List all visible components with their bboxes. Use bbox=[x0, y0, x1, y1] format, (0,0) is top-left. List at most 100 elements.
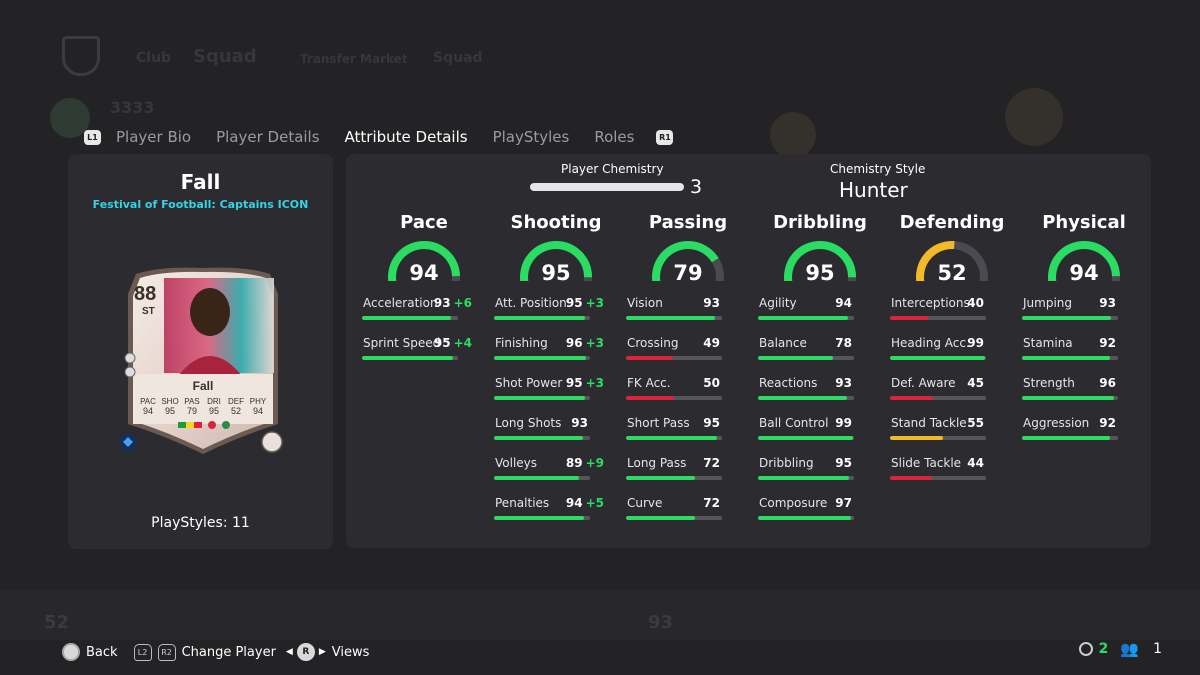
circle-button-icon[interactable] bbox=[62, 643, 80, 661]
stat-row[interactable]: Long Shots 93 bbox=[494, 416, 618, 456]
stat-bar-fill bbox=[362, 356, 454, 360]
stat-row[interactable]: Sprint Speed 95 +4 bbox=[362, 336, 486, 376]
stat-value-group: 95 bbox=[703, 416, 720, 430]
stat-value-group: 93 bbox=[835, 376, 852, 390]
card-stat-value: 79 bbox=[187, 406, 197, 416]
stat-bar bbox=[494, 476, 590, 480]
stat-name: Short Pass bbox=[627, 416, 690, 430]
stat-row[interactable]: Slide Tackle 44 bbox=[890, 456, 1014, 496]
stat-bar-fill bbox=[626, 476, 696, 480]
stat-value-group: 95 +3 bbox=[566, 376, 604, 390]
l1-button[interactable]: L1 bbox=[84, 129, 101, 145]
stat-name: Acceleration bbox=[363, 296, 438, 310]
stat-row[interactable]: Short Pass 95 bbox=[626, 416, 750, 456]
stat-value-group: 93 bbox=[703, 296, 720, 310]
stat-value: 92 bbox=[1099, 416, 1116, 430]
tab-roles[interactable]: Roles bbox=[594, 128, 634, 146]
stat-row[interactable]: Volleys 89 +9 bbox=[494, 456, 618, 496]
stat-list-defending: Interceptions 40 Heading Acc. 99 Def. Aware 4… bbox=[890, 296, 1014, 496]
stat-bar bbox=[758, 476, 854, 480]
stat-bar-fill bbox=[890, 476, 933, 480]
stat-row[interactable]: Crossing 49 bbox=[626, 336, 750, 376]
chemistry-style-name[interactable]: Hunter bbox=[839, 178, 908, 202]
stat-row[interactable]: Def. Aware 45 bbox=[890, 376, 1014, 416]
player-card[interactable]: 88 ST Fall PAC SHO PAS DRI DEF PHY 94 95… bbox=[120, 266, 286, 456]
stat-value: 95 bbox=[433, 336, 451, 350]
stat-row[interactable]: Finishing 96 +3 bbox=[494, 336, 618, 376]
stat-bar-fill bbox=[758, 436, 854, 440]
stat-value-group: 99 bbox=[835, 416, 852, 430]
stat-value-group: 72 bbox=[703, 496, 720, 510]
stat-bar-fill bbox=[890, 396, 934, 400]
tab-playstyles[interactable]: PlayStyles bbox=[493, 128, 570, 146]
stat-name: Composure bbox=[759, 496, 828, 510]
category-value: 79 bbox=[673, 261, 702, 281]
back-label[interactable]: Back bbox=[86, 645, 118, 660]
card-stat-label: DEF bbox=[228, 397, 244, 406]
stat-row[interactable]: Att. Position 95 +3 bbox=[494, 296, 618, 336]
tab-player-details[interactable]: Player Details bbox=[216, 128, 319, 146]
stat-name: Aggression bbox=[1023, 416, 1090, 430]
stat-bar bbox=[758, 356, 854, 360]
bg-player-avatar-2 bbox=[1005, 88, 1063, 146]
l2-trigger-icon[interactable]: L2 bbox=[133, 643, 152, 661]
change-player-label[interactable]: Change Player bbox=[182, 645, 276, 660]
stat-row[interactable]: Shot Power 95 +3 bbox=[494, 376, 618, 416]
stat-bar-fill bbox=[626, 356, 674, 360]
stat-row[interactable]: Stand Tackle 55 bbox=[890, 416, 1014, 456]
category-gauge: 95 bbox=[520, 241, 592, 281]
stat-row[interactable]: Aggression 92 bbox=[1022, 416, 1146, 456]
right-stick-icon[interactable]: R bbox=[296, 643, 315, 661]
card-stat-value: 94 bbox=[143, 406, 153, 416]
stat-bar bbox=[494, 356, 590, 360]
tab-player-bio[interactable]: Player Bio bbox=[116, 128, 191, 146]
stat-row[interactable]: Balance 78 bbox=[758, 336, 882, 376]
notification-icon bbox=[1078, 642, 1093, 656]
tab-bar: L1 Player Bio Player Details Attribute D… bbox=[84, 126, 674, 148]
bg-rating: 3333 bbox=[110, 98, 155, 117]
club-badge-icon bbox=[222, 421, 230, 429]
stat-row[interactable]: Agility 94 bbox=[758, 296, 882, 336]
stat-row[interactable]: Long Pass 72 bbox=[626, 456, 750, 496]
stat-value: 93 bbox=[571, 416, 588, 430]
stat-name: Ball Control bbox=[759, 416, 829, 430]
stat-row[interactable]: Reactions 93 bbox=[758, 376, 882, 416]
views-label[interactable]: Views bbox=[332, 645, 370, 660]
stat-bar-fill bbox=[494, 476, 580, 480]
stat-row[interactable]: Interceptions 40 bbox=[890, 296, 1014, 336]
category-value: 52 bbox=[937, 261, 966, 281]
arrow-right-icon: ▶ bbox=[318, 647, 326, 657]
stat-value: 99 bbox=[967, 336, 984, 350]
stat-row[interactable]: Dribbling 95 bbox=[758, 456, 882, 496]
bg-nav-squad-2: Squad bbox=[433, 50, 483, 66]
r2-trigger-icon[interactable]: R2 bbox=[157, 643, 176, 661]
stat-row[interactable]: Strength 96 bbox=[1022, 376, 1146, 416]
stat-bar-fill bbox=[494, 516, 585, 520]
stat-bar bbox=[494, 436, 590, 440]
stat-row[interactable]: Composure 97 bbox=[758, 496, 882, 536]
stat-bar bbox=[494, 396, 590, 400]
category-value: 95 bbox=[805, 261, 834, 281]
stat-name: Finishing bbox=[495, 336, 548, 350]
stat-row[interactable]: Stamina 92 bbox=[1022, 336, 1146, 376]
stat-value: 44 bbox=[967, 456, 984, 470]
stat-row[interactable]: Acceleration 93 +6 bbox=[362, 296, 486, 336]
stat-row[interactable]: FK Acc. 50 bbox=[626, 376, 750, 416]
senegal-flag-icon bbox=[194, 422, 202, 428]
stat-name: Curve bbox=[627, 496, 663, 510]
stat-row[interactable]: Ball Control 99 bbox=[758, 416, 882, 456]
stat-row[interactable]: Jumping 93 bbox=[1022, 296, 1146, 336]
tab-attribute-details[interactable]: Attribute Details bbox=[345, 128, 468, 146]
stat-list-dribbling: Agility 94 Balance 78 Reactions 93 Ball Contro… bbox=[758, 296, 882, 536]
stat-bar bbox=[890, 316, 986, 320]
stat-value-group: 45 bbox=[967, 376, 984, 390]
stat-name: Stand Tackle bbox=[891, 416, 967, 430]
stat-row[interactable]: Curve 72 bbox=[626, 496, 750, 536]
r1-button[interactable]: R1 bbox=[656, 129, 674, 145]
stat-row[interactable]: Heading Acc. 99 bbox=[890, 336, 1014, 376]
stat-row[interactable]: Vision 93 bbox=[626, 296, 750, 336]
league-icon bbox=[208, 421, 216, 429]
stat-bar-fill bbox=[494, 436, 584, 440]
stat-value-group: 93 bbox=[1099, 296, 1116, 310]
stat-row[interactable]: Penalties 94 +5 bbox=[494, 496, 618, 536]
